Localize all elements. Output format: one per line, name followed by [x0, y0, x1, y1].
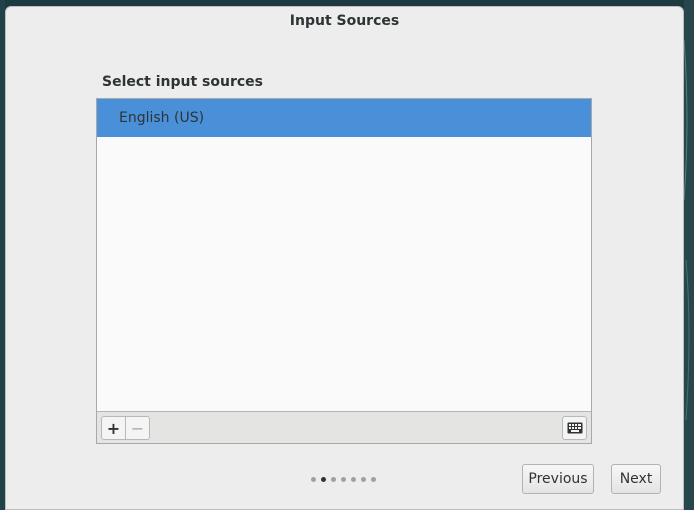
list-item-english-us[interactable]: English (US)	[97, 99, 591, 137]
section-label: Select input sources	[102, 74, 264, 90]
input-sources-list: English (US) + −	[96, 98, 592, 444]
list-item-label: English (US)	[119, 110, 205, 126]
page-indicator	[311, 477, 376, 482]
page-dot	[371, 477, 376, 482]
show-keyboard-layout-button[interactable]	[562, 416, 587, 440]
dialog-title: Input Sources	[289, 13, 400, 29]
remove-input-source-button[interactable]: −	[125, 416, 150, 440]
input-sources-dialog: Input Sources Select input sources Engli…	[5, 6, 684, 510]
page-dot	[321, 477, 326, 482]
page-dot	[341, 477, 346, 482]
add-input-source-button[interactable]: +	[101, 416, 126, 440]
list-toolbar: + −	[97, 411, 591, 443]
plus-icon: +	[106, 418, 121, 438]
page-dot	[351, 477, 356, 482]
next-button[interactable]: Next	[611, 464, 661, 494]
page-dot	[311, 477, 316, 482]
previous-button[interactable]: Previous	[522, 464, 594, 494]
keyboard-icon	[567, 422, 582, 434]
minus-icon: −	[130, 418, 145, 438]
page-dot	[331, 477, 336, 482]
page-dot	[361, 477, 366, 482]
